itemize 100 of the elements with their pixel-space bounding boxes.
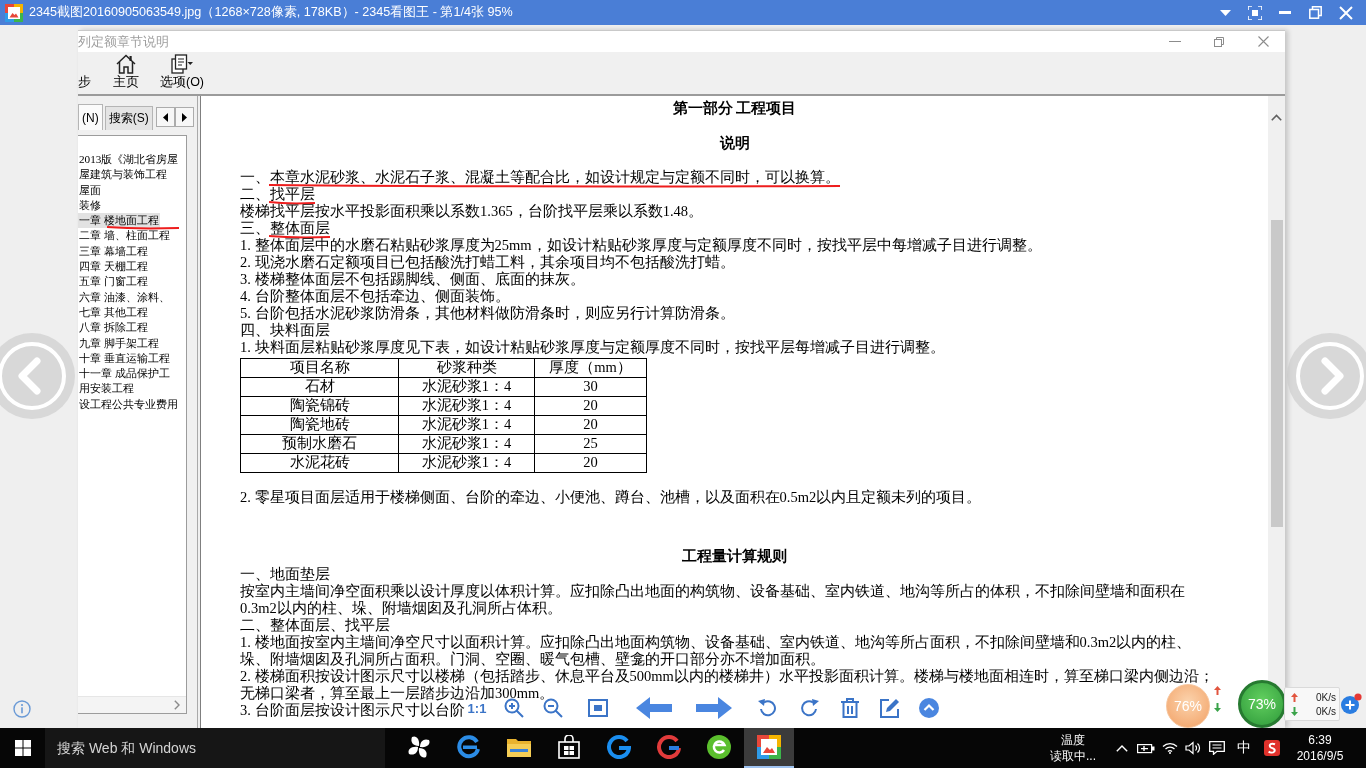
table-cell: 20: [534, 396, 647, 415]
info-icon[interactable]: [13, 700, 31, 718]
table-cell: 30: [534, 377, 647, 396]
chevron-up-icon: [1271, 113, 1282, 121]
caret-down-icon: [1219, 9, 1231, 16]
table-header-cell: 项目名称: [240, 358, 399, 377]
part-title: 第一部分 工程项目: [672, 100, 797, 117]
toolbar-button[interactable]: 步: [78, 75, 102, 89]
rotate-right-icon: [800, 698, 820, 718]
tree-item[interactable]: 装修: [78, 197, 102, 214]
wifi-icon: [1162, 742, 1178, 754]
text-line: 4. 台阶整体面层不包括牵边、侧面装饰。: [240, 288, 510, 305]
text-line: 二、整体面层、找平层: [240, 617, 390, 634]
text-line: 二、找平层: [240, 186, 315, 203]
tree-item[interactable]: 一章 楼地面工程: [78, 213, 160, 229]
text-line: 一、地面垫层: [240, 566, 330, 583]
tree-item[interactable]: 七章 其他工程: [78, 304, 149, 321]
input-language-button[interactable]: 中: [1230, 728, 1258, 768]
table-cell: 20: [534, 415, 647, 434]
options-button[interactable]: 选项(O): [150, 54, 214, 89]
swirl-icon: [607, 735, 631, 759]
text-line: 2. 现浇水磨石定额项目已包括酸洗打蜡工料，其余项目均不包括酸洗打蜡。: [240, 254, 735, 271]
ring-e-icon: [457, 735, 481, 759]
table-cell: 20: [534, 453, 647, 472]
download-speed: 0K/s: [1316, 704, 1336, 718]
tree-item[interactable]: 十章 垂直运输工程: [78, 350, 171, 367]
table-cell: 水泥花砖: [240, 453, 399, 472]
shopping-bag-icon: [558, 735, 580, 759]
rotate-left-icon: [756, 698, 777, 718]
table-cell: 水泥砂浆1：4: [398, 434, 535, 453]
restore-icon: [1214, 36, 1224, 47]
clock-button[interactable]: 6:39 2016/9/5: [1286, 728, 1354, 768]
add-icon[interactable]: [1341, 693, 1362, 714]
zoom-out-icon: [543, 698, 563, 718]
chevron-right-icon: [174, 700, 180, 710]
triangle-right-icon: [181, 112, 187, 122]
weather-button[interactable]: 温度 读取中...: [1041, 728, 1105, 768]
tree-item[interactable]: 十一章 成品保护工: [78, 366, 171, 382]
taskbar-app-button[interactable]: [744, 728, 794, 768]
text-line: 四、块料面层: [240, 322, 330, 339]
table-cell: 25: [534, 434, 647, 453]
tab[interactable]: (N): [78, 104, 103, 130]
arrow-down-icon: [1291, 706, 1298, 716]
weather-status: 读取中...: [1050, 748, 1096, 764]
tree-item[interactable]: 五章 门窗工程: [78, 274, 149, 290]
tree-item[interactable]: 屋面: [78, 182, 102, 198]
document-window-title: 列定额章节说明: [78, 33, 169, 50]
text-line: 5. 台阶包括水泥砂浆防滑条，其他材料做防滑条时，则应另行计算防滑条。: [240, 305, 735, 322]
arrow-right-icon: [696, 697, 732, 719]
tree-item[interactable]: 六章 油漆、涂料、: [78, 289, 171, 305]
weather-label: 温度: [1061, 732, 1085, 748]
arrow-up-icon: [1291, 692, 1298, 702]
triangle-left-icon: [162, 112, 168, 122]
speech-bubble-icon: [1209, 741, 1225, 755]
tree-item[interactable]: 九章 脚手架工程: [78, 335, 160, 351]
framed-square-icon: [587, 699, 608, 717]
table-cell: 水泥砂浆1：4: [398, 453, 535, 472]
zoom-in-icon: [504, 698, 524, 718]
e-disc-icon: [707, 735, 731, 759]
tree-item[interactable]: 四章 天棚工程: [78, 259, 149, 275]
table-header-cell: 厚度（mm）: [534, 358, 647, 377]
text-line: 2. 零星项目面层适用于楼梯侧面、台阶的牵边、小便池、蹲台、池槽，以及面积在0.5m2以内且定额未列的项目。: [240, 489, 982, 506]
battery-icon: [1137, 742, 1155, 754]
scroll-left-button[interactable]: [155, 107, 175, 127]
search-field[interactable]: 搜索 Web 和 Windows: [45, 728, 385, 768]
text-line: 3. 楼梯整体面层不包括踢脚线、侧面、底面的抹灰。: [240, 271, 585, 288]
text-line: 三、整体面层: [240, 220, 330, 237]
swirl-icon: [657, 735, 681, 759]
upload-speed: 0K/s: [1316, 690, 1336, 704]
tree-item[interactable]: 三章 幕墙工程: [78, 243, 149, 260]
text-line: 1. 整体面层中的水磨石粘贴砂浆厚度为25mm，如设计粘贴砂浆厚度与定额厚度不同时，按找平层中每增减子目进行调整。: [240, 237, 1042, 254]
home-button[interactable]: 主页: [102, 54, 150, 89]
tree-item[interactable]: 屋建筑与装饰工程: [78, 167, 168, 183]
fullscreen-icon: [1248, 5, 1262, 20]
text-line: 垛、附墙烟囱及孔洞所占面积。门洞、空圈、暖气包槽、壁龛的开口部分亦不增加面积。: [240, 651, 825, 668]
tree-item[interactable]: 用安装工程: [78, 381, 135, 397]
text-line: 按室内主墙间净空面积乘以设计厚度以体积计算。应扣除凸出地面的构筑物、设备基础、室内铁道、地沟等所占的体积，不扣除间壁墙和面积在: [240, 583, 1185, 600]
text-line: 1. 块料面层粘贴砂浆厚度见下表，如设计粘贴砂浆厚度与定额厚度不同时，按找平层每增减子目进行调整。: [240, 339, 945, 356]
clock-date: 2016/9/5: [1296, 748, 1344, 764]
close-icon: [1339, 5, 1353, 20]
section-title: 说明: [719, 135, 750, 152]
chevron-right-circle-icon: [1295, 341, 1365, 411]
arrow-down-icon: [1214, 703, 1221, 712]
tab[interactable]: 搜索(S): [104, 106, 153, 130]
text-line: 一、本章水泥砂浆、水泥石子浆、混凝土等配合比，如设计规定与定额不同时，可以换算。: [240, 169, 840, 186]
chevron-up-circle-icon: [919, 698, 939, 718]
scrollbar-thumb[interactable]: [1270, 220, 1283, 527]
text-line: 1. 楼地面按室内主墙间净空尺寸以面积计算。应扣除凸出地面构筑物、设备基础、室内铁道、地沟等所占面积，不扣除间壁墙和0.3m2以内的柱、: [240, 634, 1192, 651]
table-cell: 预制水磨石: [240, 434, 399, 453]
table-cell: 陶瓷锦砖: [240, 396, 399, 415]
house-icon: [116, 54, 136, 74]
minimize-icon: [1279, 11, 1291, 14]
folder-icon: [507, 737, 531, 757]
tree-item[interactable]: 2013版《湖北省房屋: [78, 152, 180, 168]
tree-item[interactable]: 八章 拆除工程: [78, 320, 149, 336]
arrow-up-icon: [1214, 686, 1221, 695]
tree-item[interactable]: 二章 墙、柱面工程: [78, 228, 171, 244]
pinwheel-icon: [407, 735, 431, 759]
text-line: 无梯口梁者，算至最上一层踏步边沿加300mm。: [240, 685, 555, 702]
tree-item[interactable]: 设工程公共专业费用: [78, 396, 179, 413]
